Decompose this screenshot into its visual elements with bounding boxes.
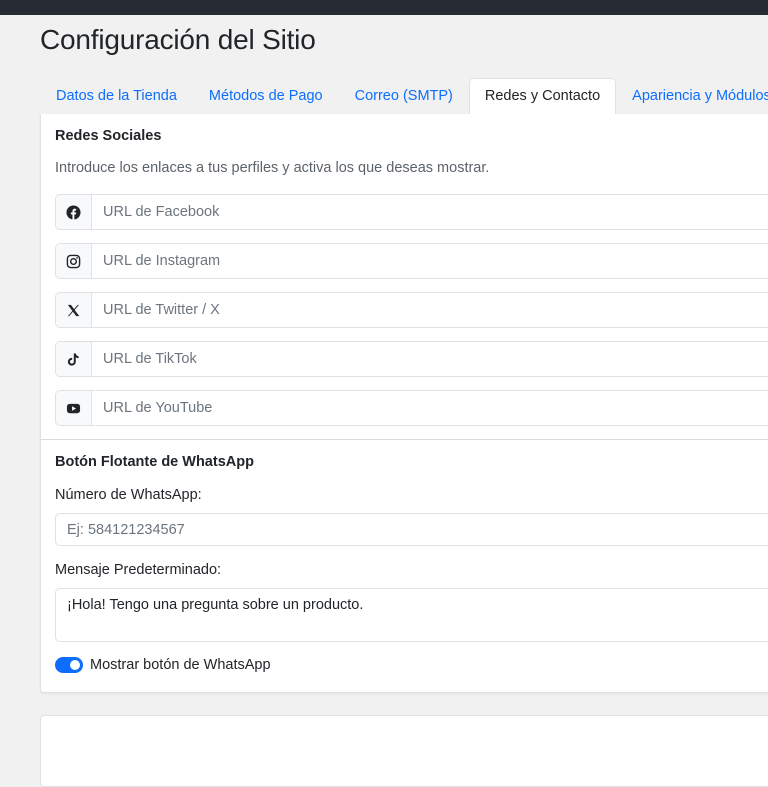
tab-email-smtp[interactable]: Correo (SMTP) (339, 78, 469, 115)
tab-appearance-modules[interactable]: Apariencia y Módulos (616, 78, 768, 115)
youtube-input-group (55, 390, 768, 426)
facebook-url-input[interactable] (92, 195, 768, 229)
social-help-text: Introduce los enlaces a tus perfiles y a… (55, 160, 490, 176)
tiktok-input-group (55, 341, 768, 377)
top-navbar (0, 0, 768, 15)
tab-social-contact[interactable]: Redes y Contacto (468, 78, 617, 116)
instagram-url-input[interactable] (92, 244, 768, 278)
instagram-icon (56, 244, 92, 278)
tab-store-data[interactable]: Datos de la Tienda (40, 78, 193, 115)
section-divider (41, 439, 768, 440)
whatsapp-number-label: Número de WhatsApp: (55, 487, 202, 503)
whatsapp-toggle-switch[interactable] (55, 657, 83, 673)
youtube-icon (56, 391, 92, 425)
facebook-input-group (55, 194, 768, 230)
settings-tabs: Datos de la Tienda Métodos de Pago Corre… (40, 78, 768, 116)
whatsapp-toggle-row: Mostrar botón de WhatsApp (55, 657, 271, 673)
whatsapp-number-input[interactable] (55, 513, 768, 546)
tiktok-url-input[interactable] (92, 342, 768, 376)
twitter-x-icon (56, 293, 92, 327)
next-card (40, 715, 768, 787)
twitter-input-group (55, 292, 768, 328)
whatsapp-section-title: Botón Flotante de WhatsApp (55, 454, 254, 470)
instagram-input-group (55, 243, 768, 279)
social-section-title: Redes Sociales (55, 128, 162, 144)
page-title: Configuración del Sitio (40, 24, 316, 55)
tiktok-icon (56, 342, 92, 376)
youtube-url-input[interactable] (92, 391, 768, 425)
default-message-textarea[interactable]: ¡Hola! Tengo una pregunta sobre un produ… (55, 588, 768, 642)
default-message-label: Mensaje Predeterminado: (55, 562, 222, 578)
settings-card: Redes Sociales Introduce los enlaces a t… (40, 114, 768, 693)
twitter-url-input[interactable] (92, 293, 768, 327)
whatsapp-toggle-label: Mostrar botón de WhatsApp (90, 657, 271, 673)
toggle-knob (70, 660, 80, 670)
facebook-icon (56, 195, 92, 229)
tab-payment-methods[interactable]: Métodos de Pago (193, 78, 339, 115)
